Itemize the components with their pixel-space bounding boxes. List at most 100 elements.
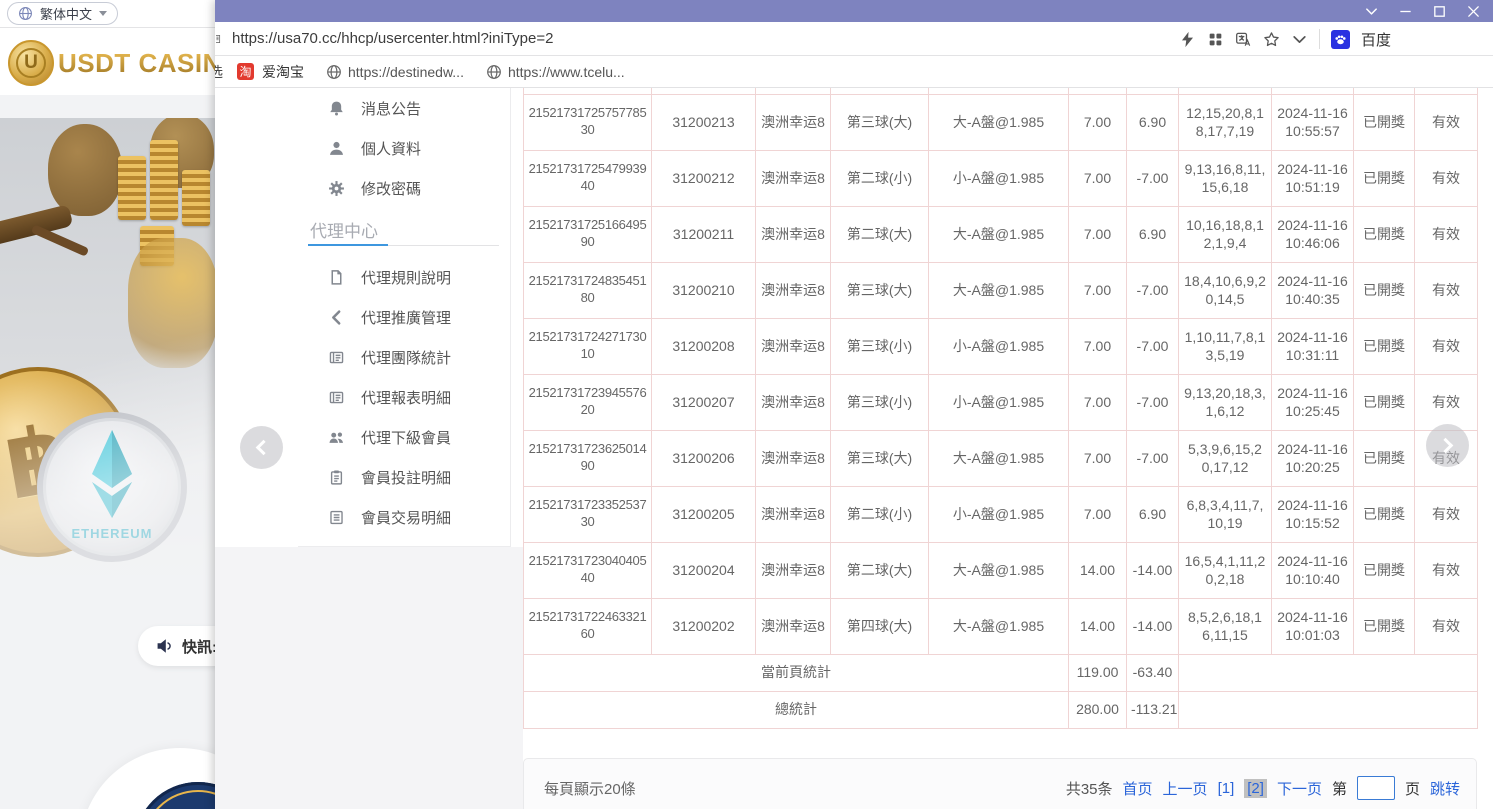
user-icon — [328, 140, 345, 157]
sidebar-section-header: 代理中心 — [298, 208, 510, 257]
ethereum-label: ETHEREUM — [72, 526, 153, 541]
globe-icon — [326, 64, 342, 80]
bookmark-link-1[interactable]: https://destinedw... — [348, 64, 464, 80]
next-page-link[interactable]: 下一页 — [1277, 778, 1322, 799]
cell-amount: 7.00 — [1069, 430, 1127, 486]
titlebar-chevron-down-icon[interactable] — [1364, 4, 1379, 19]
sidebar-item[interactable]: 修改密碼 — [298, 168, 510, 208]
site-header: U USDT CASINO — [0, 28, 215, 95]
cell-winloss: 6.90 — [1127, 486, 1179, 542]
cell-lottery: 澳洲幸运8 — [756, 94, 831, 150]
cell-valid: 有效 — [1415, 374, 1478, 430]
jump-page-input[interactable] — [1357, 776, 1395, 800]
section-accent-underline — [308, 244, 388, 246]
cell-play: 第二球(大) — [831, 542, 929, 598]
table-row: 215217317233525373031200205澳洲幸运8第二球(小)小-… — [524, 486, 1478, 542]
summary-row-current-page: 當前頁統計 119.00 -63.40 — [524, 654, 1478, 691]
cell-winloss: -7.00 — [1127, 430, 1179, 486]
apps-grid-icon[interactable] — [1207, 31, 1224, 48]
cell-valid: 有效 — [1415, 486, 1478, 542]
sidebar-item[interactable]: 會員交易明細 — [298, 497, 510, 537]
cell-content: 小-A盤@1.985 — [929, 486, 1069, 542]
close-button[interactable] — [1466, 4, 1481, 19]
search-engine-label[interactable]: 百度 — [1361, 29, 1391, 50]
table-row: 215217317236250149031200206澳洲幸运8第三球(大)大-… — [524, 430, 1478, 486]
sidebar-item[interactable]: 個人資料 — [298, 128, 510, 168]
cell-lottery: 澳洲幸运8 — [756, 318, 831, 374]
bookmark-clipped[interactable]: 选 — [215, 62, 223, 82]
hero-banner-image: ฿ ETHEREUM — [0, 118, 215, 575]
cell-lottery: 澳洲幸运8 — [756, 598, 831, 654]
page-1-link[interactable]: [1] — [1218, 780, 1235, 797]
page-size-label: 每頁顯示20條 — [544, 778, 636, 799]
cell-id: 2152173172335253730 — [524, 486, 652, 542]
bookmark-taobao[interactable]: 爱淘宝 — [262, 62, 304, 82]
cell-valid: 有效 — [1415, 94, 1478, 150]
share-icon — [328, 309, 345, 326]
cell-period: 31200202 — [652, 598, 756, 654]
pagination-bar: 每頁顯示20條 共35条 首页 上一页 [1] [2] 下一页 第 页 跳转 — [523, 758, 1477, 809]
sidebar-item-label: 代理報表明細 — [361, 387, 451, 408]
cell-time: 2024-11-16 10:40:35 — [1272, 262, 1354, 318]
baidu-icon[interactable] — [1331, 30, 1350, 49]
cell-lottery: 澳洲幸运8 — [756, 374, 831, 430]
table-row: 215217317251664959031200211澳洲幸运8第二球(大)大-… — [524, 206, 1478, 262]
cell-result: 9,13,20,18,3,1,6,12 — [1179, 374, 1272, 430]
cell-lottery: 澳洲幸运8 — [756, 486, 831, 542]
cell-valid: 有效 — [1415, 542, 1478, 598]
cell-status: 已開獎 — [1354, 542, 1415, 598]
translate-icon[interactable] — [1235, 31, 1252, 48]
language-label: 繁体中文 — [40, 4, 92, 23]
carousel-prev-button[interactable] — [240, 426, 283, 469]
table-summary: 當前頁統計 119.00 -63.40 總統計 280.00 -113.21 — [524, 654, 1478, 728]
cell-valid: 有效 — [1415, 206, 1478, 262]
cell-amount: 7.00 — [1069, 206, 1127, 262]
language-selector[interactable]: 繁体中文 — [7, 2, 118, 25]
cell-time: 2024-11-16 10:55:57 — [1272, 94, 1354, 150]
url-text[interactable]: https://usa70.cc/hhcp/usercenter.html?in… — [232, 30, 553, 47]
sidebar-item[interactable]: 代理規則說明 — [298, 257, 510, 297]
cell-amount: 7.00 — [1069, 318, 1127, 374]
news-icon — [328, 349, 345, 366]
globe-icon — [486, 64, 502, 80]
table-row: 215217317248354518031200210澳洲幸运8第三球(大)大-… — [524, 262, 1478, 318]
sidebar-item[interactable]: 代理報表明細 — [298, 377, 510, 417]
cell-play: 第三球(小) — [831, 374, 929, 430]
prev-page-link[interactable]: 上一页 — [1163, 778, 1208, 799]
cell-status: 已開獎 — [1354, 150, 1415, 206]
cell-result: 10,16,18,8,12,1,9,4 — [1179, 206, 1272, 262]
page-2-current[interactable]: [2] — [1244, 779, 1267, 798]
cell-amount: 14.00 — [1069, 598, 1127, 654]
cell-result: 8,5,2,6,18,16,11,15 — [1179, 598, 1272, 654]
chevron-down-icon[interactable] — [1291, 31, 1308, 48]
sidebar-item[interactable]: 消息公告 — [298, 88, 510, 128]
sidebar-item[interactable]: 代理推廣管理 — [298, 297, 510, 337]
flash-icon[interactable] — [1179, 31, 1196, 48]
news-icon — [328, 389, 345, 406]
sidebar-item[interactable]: 會員投註明細 — [298, 457, 510, 497]
cell-id: 2152173172394557620 — [524, 374, 652, 430]
news-ticker[interactable]: 快訊: — [138, 626, 215, 666]
maximize-button[interactable] — [1432, 4, 1447, 19]
table-row: 215217317224633216031200202澳洲幸运8第四球(大)大-… — [524, 598, 1478, 654]
cell-amount: 7.00 — [1069, 94, 1127, 150]
taobao-icon[interactable]: 淘 — [237, 63, 254, 80]
carousel-next-button[interactable] — [1426, 424, 1469, 467]
sidebar-item[interactable]: 代理團隊統計 — [298, 337, 510, 377]
cell-id: 2152173172483545180 — [524, 262, 652, 318]
chevron-left-icon — [256, 440, 272, 456]
screen: 繁体中文 U USDT CASINO ฿ — [0, 0, 1493, 809]
summary-label: 當前頁統計 — [524, 654, 1069, 691]
cell-content: 大-A盤@1.985 — [929, 94, 1069, 150]
sidebar-item[interactable]: 代理下級會員 — [298, 417, 510, 457]
first-page-link[interactable]: 首页 — [1123, 778, 1153, 799]
users-icon — [328, 429, 345, 446]
cell-status: 已開獎 — [1354, 318, 1415, 374]
minimize-button[interactable] — [1398, 4, 1413, 19]
bookmark-link-2[interactable]: https://www.tcelu... — [508, 64, 625, 80]
cell-time: 2024-11-16 10:15:52 — [1272, 486, 1354, 542]
globe-icon — [18, 6, 33, 21]
jump-action-link[interactable]: 跳转 — [1430, 778, 1460, 799]
favorite-star-icon[interactable] — [1263, 31, 1280, 48]
page-security-icon — [216, 32, 226, 46]
